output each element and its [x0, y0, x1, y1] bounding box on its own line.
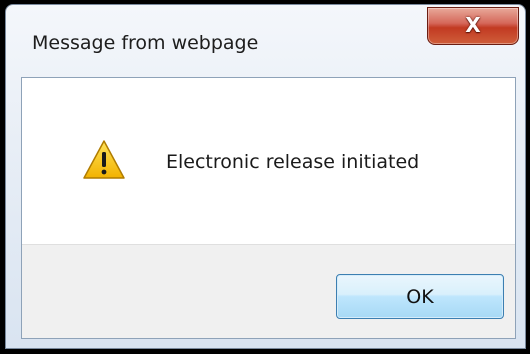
dialog-title: Message from webpage — [32, 32, 259, 54]
dialog-body: Electronic release initiated OK — [21, 77, 516, 339]
ok-button[interactable]: OK — [336, 274, 504, 319]
close-icon: X — [465, 13, 481, 37]
dialog-message: Electronic release initiated — [166, 151, 420, 173]
close-button[interactable]: X — [427, 7, 519, 45]
title-bar[interactable]: Message from webpage X — [6, 5, 525, 77]
button-area: OK — [22, 244, 515, 338]
warning-icon — [83, 140, 125, 179]
message-area: Electronic release initiated — [22, 78, 515, 244]
dialog-window: Message from webpage X Electronic releas… — [5, 4, 526, 349]
